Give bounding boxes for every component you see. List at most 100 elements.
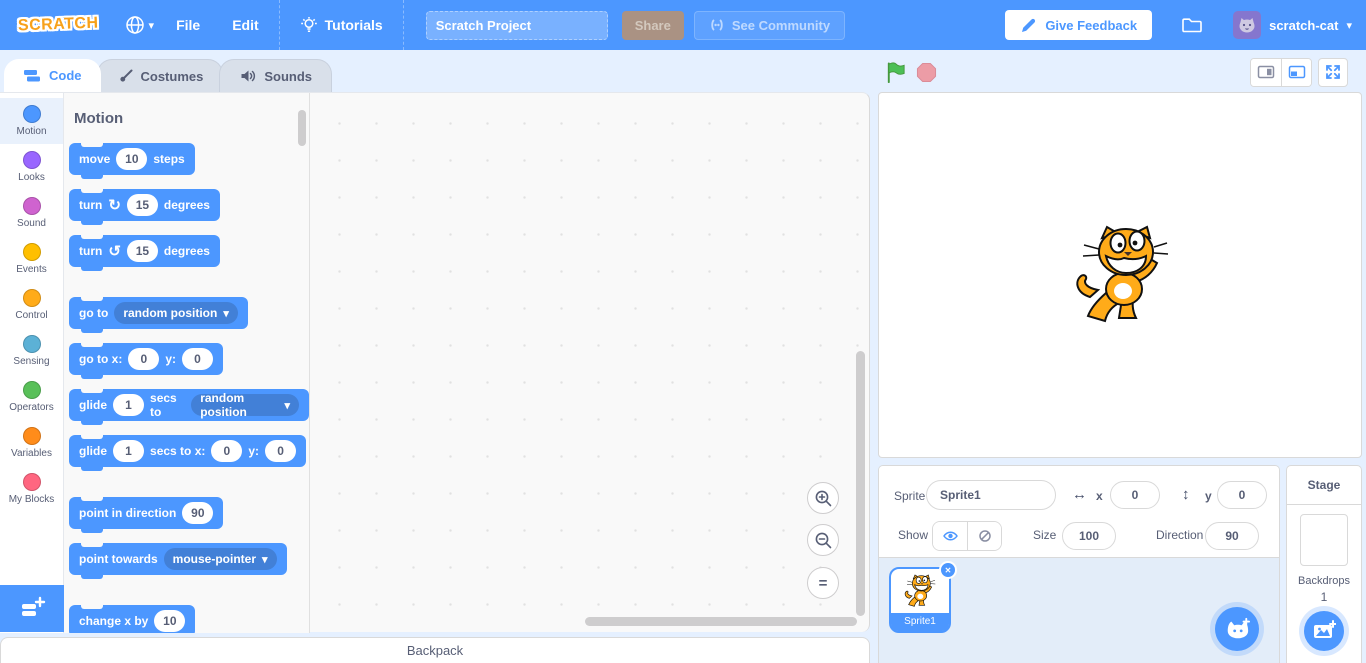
tab-code[interactable]: Code (4, 59, 101, 92)
direction-input[interactable]: 90 (1205, 522, 1259, 550)
category-sound[interactable]: Sound (0, 190, 63, 236)
sprite-name-input[interactable]: Sprite1 (926, 480, 1056, 510)
block-number-input[interactable]: 10 (154, 610, 185, 632)
block-number-input[interactable]: 15 (127, 194, 158, 216)
operators-color-dot (23, 381, 41, 399)
category-my-blocks[interactable]: My Blocks (0, 466, 63, 512)
size-input[interactable]: 100 (1062, 522, 1116, 550)
turn-counterclockwise-icon: ↺ (108, 244, 121, 259)
block-turn-left[interactable]: turn ↺ 15 degrees (69, 235, 220, 267)
project-name-input[interactable] (426, 11, 608, 40)
delete-sprite-button[interactable]: ✕ (939, 561, 957, 579)
x-position-input[interactable]: 0 (1110, 481, 1160, 509)
add-extension-button[interactable] (0, 585, 64, 632)
tab-costumes[interactable]: Costumes (97, 59, 224, 92)
sprite-card-sprite1[interactable]: Sprite1 ✕ (889, 567, 951, 633)
account-menu[interactable]: scratch-cat ▾ (1233, 11, 1352, 39)
category-label: My Blocks (9, 494, 55, 505)
block-number-input[interactable]: 90 (182, 502, 213, 524)
category-events[interactable]: Events (0, 236, 63, 282)
block-glide-to-xy[interactable]: glide 1 secs to x: 0 y: 0 (69, 435, 306, 467)
block-text: change x by (79, 614, 148, 628)
paintbrush-icon (117, 68, 134, 85)
block-dropdown[interactable]: random position (114, 302, 238, 324)
backdrop-thumbnail[interactable] (1300, 514, 1348, 566)
edit-menu[interactable]: Edit (222, 17, 268, 33)
block-number-input[interactable]: 0 (182, 348, 213, 370)
share-button[interactable]: Share (622, 11, 684, 40)
add-sprite-button[interactable] (1215, 607, 1259, 651)
zoom-out-button[interactable] (807, 524, 839, 556)
category-label: Operators (9, 402, 53, 413)
fullscreen-button[interactable] (1318, 58, 1348, 87)
category-operators[interactable]: Operators (0, 374, 63, 420)
scratch-logo[interactable]: SCRATCH (18, 15, 99, 36)
large-stage-button[interactable] (1281, 59, 1311, 86)
see-community-button[interactable]: See Community (694, 11, 845, 40)
stage-selector-pane[interactable]: Stage Backdrops 1 (1286, 465, 1362, 663)
backpack-bar[interactable]: Backpack (0, 637, 870, 663)
y-position-input[interactable]: 0 (1217, 481, 1267, 509)
block-text: turn (79, 244, 102, 258)
category-control[interactable]: Control (0, 282, 63, 328)
block-dropdown[interactable]: mouse-pointer (164, 548, 277, 570)
block-number-input[interactable]: 1 (113, 440, 144, 462)
zoom-reset-button[interactable]: = (807, 567, 839, 599)
block-number-input[interactable]: 0 (211, 440, 242, 462)
block-turn-right[interactable]: turn ↻ 15 degrees (69, 189, 220, 221)
stop-button[interactable] (916, 62, 937, 83)
file-menu[interactable]: File (166, 17, 210, 33)
show-sprite-button[interactable] (933, 522, 967, 550)
category-looks[interactable]: Looks (0, 144, 63, 190)
visibility-toggle (932, 521, 1002, 551)
sprite-pane: Sprite Sprite1 ↔ x 0 ↕ y 0 Show Size 100… (878, 465, 1280, 663)
give-feedback-button[interactable]: Give Feedback (1005, 10, 1152, 40)
block-go-to-xy[interactable]: go to x: 0 y: 0 (69, 343, 223, 375)
divider (279, 0, 280, 50)
globe-icon (125, 15, 145, 35)
folder-icon[interactable] (1180, 14, 1203, 36)
size-label: Size (1033, 528, 1056, 542)
cat-sprite[interactable] (1074, 224, 1170, 326)
language-selector[interactable]: ▾ (125, 15, 155, 35)
code-canvas[interactable] (311, 93, 870, 633)
block-point-towards[interactable]: point towards mouse-pointer (69, 543, 287, 575)
block-number-input[interactable]: 1 (113, 394, 144, 416)
editor-tabs: Code Costumes Sounds (0, 50, 880, 92)
block-number-input[interactable]: 10 (116, 148, 147, 170)
sprite-info-panel: Sprite Sprite1 ↔ x 0 ↕ y 0 Show Size 100… (879, 466, 1279, 558)
hide-sprite-button[interactable] (967, 522, 1001, 550)
stage-pane-title[interactable]: Stage (1287, 466, 1361, 505)
lightbulb-icon (300, 16, 318, 34)
block-number-input[interactable]: 15 (127, 240, 158, 262)
block-point-in-direction[interactable]: point in direction 90 (69, 497, 223, 529)
block-glide-to[interactable]: glide 1 secs to random position (69, 389, 309, 421)
block-move-steps[interactable]: move 10 steps (69, 143, 195, 175)
canvas-vertical-scrollbar[interactable] (856, 351, 865, 616)
block-go-to[interactable]: go to random position (69, 297, 248, 329)
category-variables[interactable]: Variables (0, 420, 63, 466)
add-backdrop-button[interactable] (1304, 611, 1344, 651)
canvas-horizontal-scrollbar[interactable] (585, 617, 857, 626)
block-change-x-by[interactable]: change x by 10 (69, 605, 195, 633)
palette-scrollbar[interactable] (298, 110, 306, 146)
x-label: x (1096, 489, 1103, 503)
sprite-card-name: Sprite1 (891, 613, 949, 631)
category-motion[interactable]: Motion (0, 98, 63, 144)
block-number-input[interactable]: 0 (265, 440, 296, 462)
tab-sounds[interactable]: Sounds (219, 59, 332, 92)
zoom-in-button[interactable] (807, 482, 839, 514)
category-sensing[interactable]: Sensing (0, 328, 63, 374)
small-stage-button[interactable] (1251, 59, 1281, 86)
sprite-thumbnail (904, 572, 936, 610)
category-label: Looks (18, 172, 45, 183)
block-dropdown[interactable]: random position (191, 394, 299, 416)
block-number-input[interactable]: 0 (128, 348, 159, 370)
stage[interactable] (878, 92, 1362, 458)
category-label: Control (15, 310, 47, 321)
green-flag-button[interactable] (884, 61, 907, 84)
block-row: turn ↻ 15 degrees (64, 189, 309, 221)
tutorials-menu[interactable]: Tutorials (290, 16, 393, 34)
block-row: point in direction 90 (64, 497, 309, 529)
block-row: turn ↺ 15 degrees (64, 235, 309, 267)
